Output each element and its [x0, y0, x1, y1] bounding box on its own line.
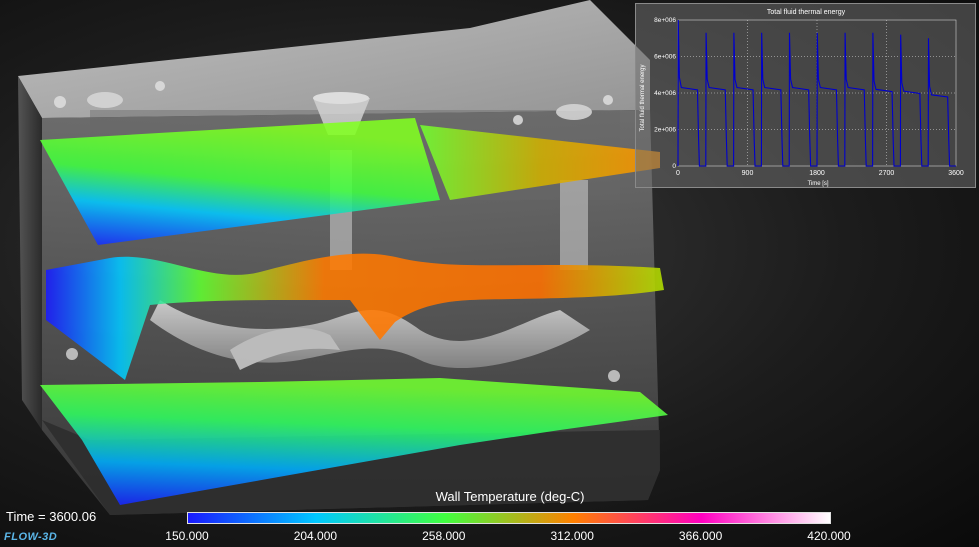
colorbar-tick-label: 366.000	[678, 529, 723, 543]
colorbar-tick-label: 150.000	[165, 529, 209, 543]
colorbar-tick-label: 258.000	[422, 529, 466, 543]
chart-x-tick-label: 2700	[879, 170, 895, 177]
chart-y-tick-label: 0	[672, 163, 676, 170]
chart-y-tick-label: 2e+006	[654, 127, 676, 134]
chart-svg: Total fluid thermal energy Time [s] Tota…	[640, 9, 964, 187]
chart-y-axis-label: Total fluid thermal energy	[640, 64, 646, 131]
flow3d-logo: FLOW-3D	[4, 531, 57, 543]
colorbar-tick-label: 312.000	[550, 529, 594, 543]
chart-title: Total fluid thermal energy	[767, 9, 846, 16]
chart-y-tick-label: 4e+006	[654, 90, 676, 97]
chart-series	[677, 19, 956, 167]
chart-y-tick-label: 8e+006	[654, 17, 676, 24]
colorbar-tick-label: 204.000	[293, 529, 338, 543]
chart-x-axis-label: Time [s]	[807, 181, 828, 187]
mold-side-face	[18, 76, 42, 430]
chart-x-tick-label: 0	[676, 170, 680, 177]
colorbar-tick-label: 420.000	[807, 529, 851, 543]
chart-x-tick-label: 1800	[809, 170, 825, 177]
chart-series-line	[677, 19, 956, 167]
logo-text: FLOW-3D	[4, 531, 58, 543]
colorbar-title: Wall Temperature (deg-C)	[435, 489, 585, 504]
chart-x-tick-label: 3600	[948, 170, 964, 177]
chart-y-tick-label: 6e+006	[654, 54, 676, 61]
chart-x-tick-label: 900	[742, 170, 754, 177]
thermal-energy-chart: Total fluid thermal energy Time [s] Tota…	[635, 3, 976, 188]
time-readout: Time = 3600.06	[6, 509, 97, 524]
colorbar-gradient	[187, 512, 831, 524]
